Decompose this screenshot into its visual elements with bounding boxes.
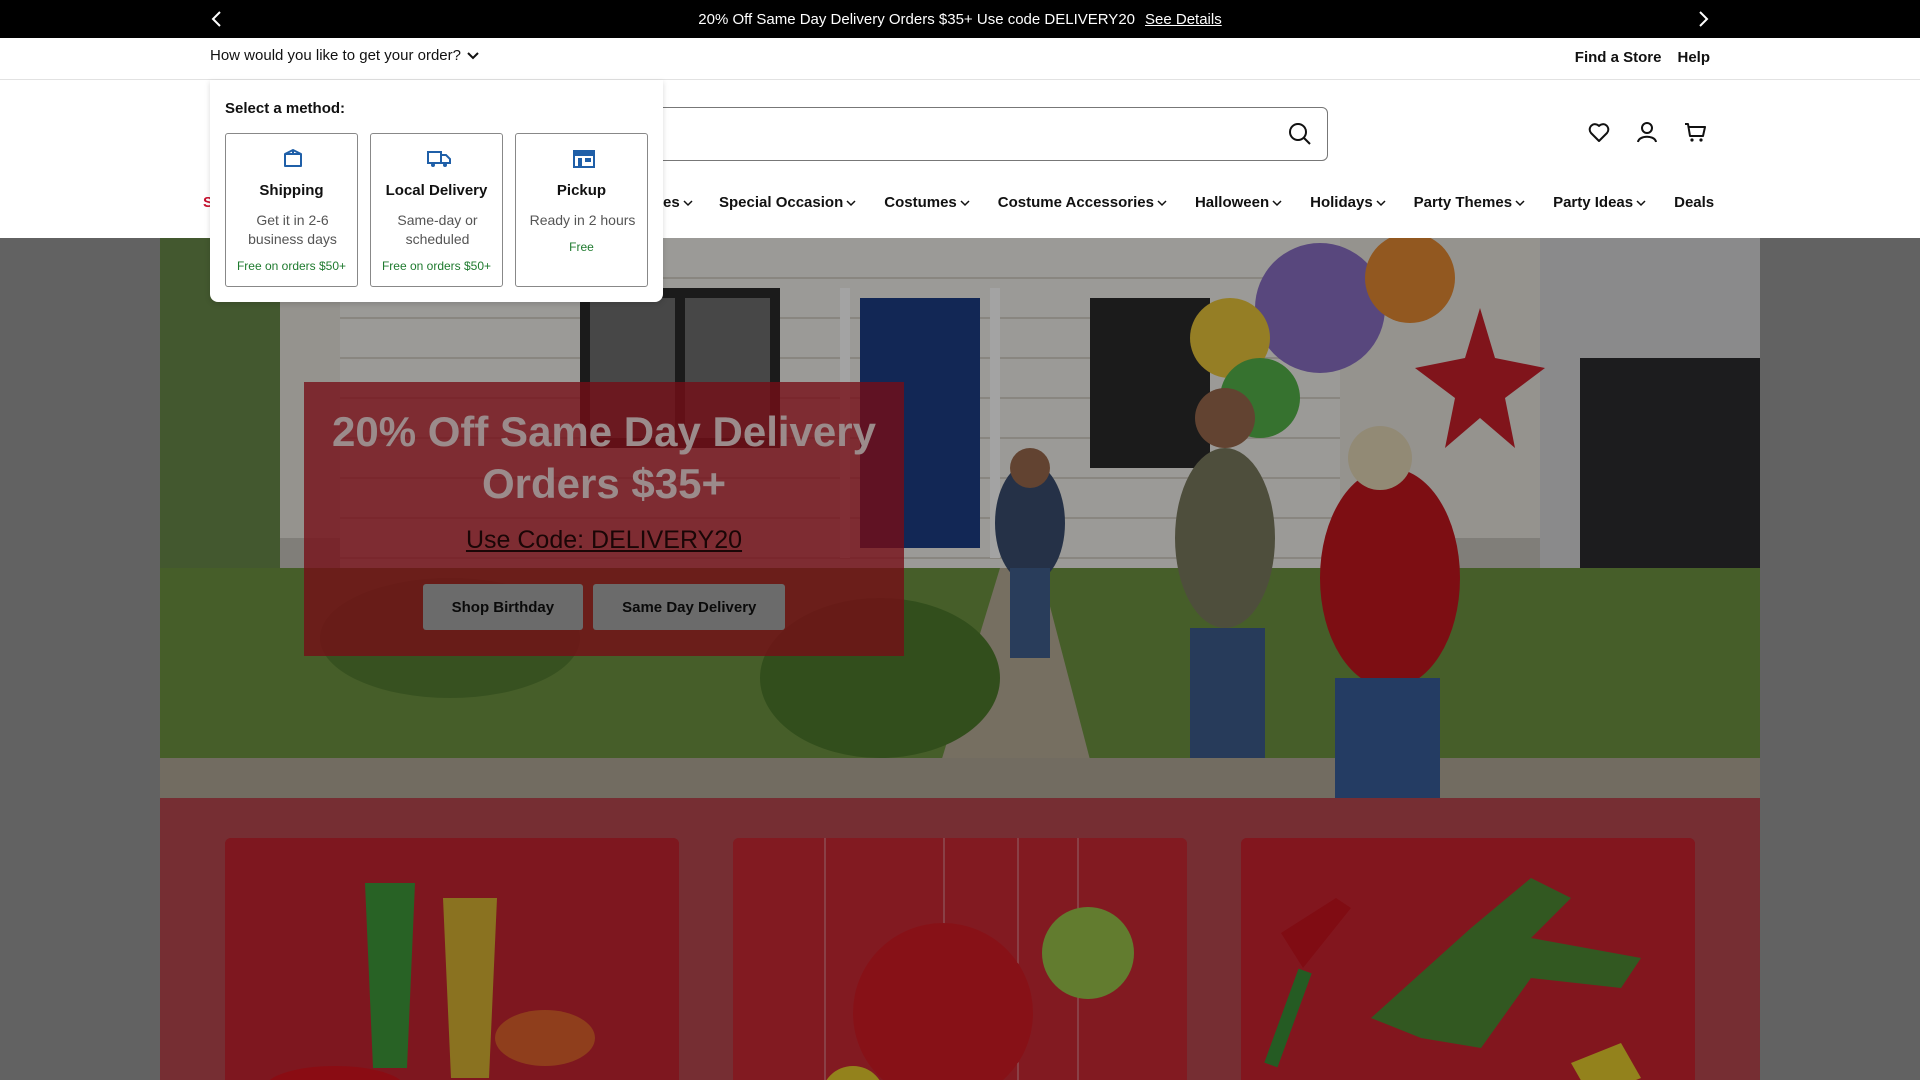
method-desc: Get it in 2-6 business days — [248, 212, 337, 247]
chevron-down-icon — [1157, 194, 1167, 211]
hero-promo-box: 20% Off Same Day Delivery Orders $35+ Us… — [304, 382, 904, 656]
nav-item-label: Special Occasion — [719, 194, 844, 211]
promo-bar: 20% Off Same Day Delivery Orders $35+ Us… — [0, 0, 1920, 38]
nav-item-deals[interactable]: Deals — [1674, 194, 1714, 211]
hero-title: 20% Off Same Day Delivery Orders $35+ — [304, 406, 904, 510]
method-note: Free on orders $50+ — [381, 259, 492, 273]
chevron-down-icon — [846, 194, 856, 211]
order-method-question: How would you like to get your order? — [210, 47, 461, 64]
chevron-down-icon — [1636, 194, 1646, 211]
method-name: Local Delivery — [385, 182, 488, 199]
toys-image — [1241, 838, 1695, 1080]
search-box-fg — [640, 107, 1328, 161]
method-card-shipping[interactable]: Shipping Get it in 2-6 business days Fre… — [225, 133, 358, 287]
chevron-left-icon[interactable] — [206, 8, 228, 30]
find-a-store-link[interactable]: Find a Store — [1575, 49, 1662, 66]
method-name: Shipping — [259, 182, 324, 199]
nav-item-costumes[interactable]: Costumes — [884, 194, 970, 211]
paper-fans-image — [733, 838, 1187, 1080]
truck-icon — [427, 147, 451, 169]
category-card-favors[interactable] — [1241, 838, 1695, 1080]
nav-item-label: es — [663, 194, 680, 211]
user-icon[interactable] — [1635, 120, 1659, 144]
nav-item-label: Party Ideas — [1553, 194, 1634, 211]
order-method-popup: Select a method: Shipping Get it in 2-6 … — [210, 80, 663, 302]
method-note: Free on orders $50+ — [236, 259, 347, 273]
nav-item-halloween[interactable]: Halloween — [1195, 194, 1282, 211]
utility-links: Find a Store Help — [1575, 49, 1710, 66]
see-details-link[interactable]: See Details — [1145, 11, 1222, 28]
chevron-right-icon[interactable] — [1692, 8, 1714, 30]
chevron-down-icon — [960, 194, 970, 211]
header-icons-fg — [1587, 120, 1707, 144]
category-section — [160, 798, 1760, 1080]
heart-icon[interactable] — [1587, 120, 1611, 144]
shop-birthday-button[interactable]: Shop Birthday — [422, 584, 584, 630]
chevron-down-icon — [1272, 194, 1282, 211]
chevron-down-icon — [683, 194, 693, 211]
nav-item-costume-accessories[interactable]: Costume Accessories — [998, 194, 1167, 211]
chevron-down-icon — [467, 47, 479, 64]
nav-item-holidays[interactable]: Holidays — [1310, 194, 1386, 211]
hero-buttons: Shop Birthday Same Day Delivery — [304, 584, 904, 630]
hero-promo-code[interactable]: Use Code: DELIVERY20 — [304, 526, 904, 555]
same-day-delivery-button[interactable]: Same Day Delivery — [593, 584, 786, 630]
category-card-decorations[interactable] — [733, 838, 1187, 1080]
nav-item-party-themes[interactable]: Party Themes — [1414, 194, 1525, 211]
hero-title-line-1: 20% Off Same Day Delivery — [332, 408, 876, 455]
promo-text: 20% Off Same Day Delivery Orders $35+ Us… — [698, 10, 1136, 28]
popup-title: Select a method: — [225, 100, 346, 117]
order-method-toggle[interactable]: How would you like to get your order? — [210, 47, 479, 64]
nav-items-fg: Special Occasion Costumes Costume Access… — [719, 194, 1714, 211]
nav-item-label: Halloween — [1194, 194, 1270, 211]
category-card-tableware[interactable] — [225, 838, 679, 1080]
method-note: Free — [569, 240, 594, 254]
nav-item-label: Holidays — [1310, 194, 1373, 211]
store-icon — [572, 147, 595, 169]
method-name: Pickup — [556, 182, 607, 199]
nav-item-party-ideas[interactable]: Party Ideas — [1553, 194, 1646, 211]
method-card-pickup[interactable]: Pickup Ready in 2 hours Free — [515, 133, 648, 287]
nav-item-label: Costume Accessories — [997, 194, 1154, 211]
cups-plates-image — [225, 838, 679, 1080]
hero-title-line-2: Orders $35+ — [481, 460, 726, 507]
chevron-down-icon — [1376, 194, 1386, 211]
method-card-local-delivery[interactable]: Local Delivery Same-day or scheduled Fre… — [370, 133, 503, 287]
box-icon — [282, 147, 304, 169]
nav-item-partial-2[interactable]: es — [663, 194, 693, 211]
nav-item-label: Deals — [1674, 194, 1715, 211]
nav-item-special-occasion[interactable]: Special Occasion — [719, 194, 856, 211]
nav-item-label: Costumes — [884, 194, 957, 211]
method-desc: Same-day or scheduled — [397, 212, 478, 247]
order-method-bar: How would you like to get your order? Fi… — [0, 38, 1920, 80]
nav-item-label: Party Themes — [1413, 194, 1513, 211]
method-desc: Ready in 2 hours — [529, 212, 636, 228]
chevron-down-icon — [1515, 194, 1525, 211]
hero-banner: 20% Off Same Day Delivery Orders $35+ Us… — [160, 238, 1760, 798]
help-link[interactable]: Help — [1677, 49, 1710, 66]
cart-icon[interactable] — [1683, 120, 1707, 144]
search-icon[interactable] — [1287, 121, 1313, 147]
